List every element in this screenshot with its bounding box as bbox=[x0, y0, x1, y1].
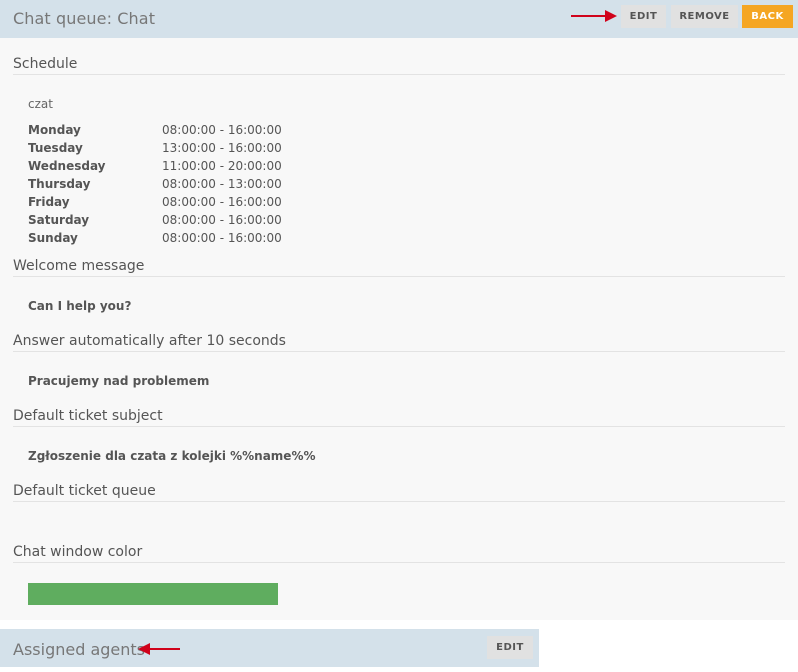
ticket-subject-value: Zgłoszenie dla czata z kolejki %%name%% bbox=[28, 449, 316, 463]
agents-edit-button[interactable]: EDIT bbox=[487, 636, 533, 659]
divider bbox=[13, 562, 785, 563]
schedule-hours: 08:00:00 - 13:00:00 bbox=[162, 177, 282, 191]
schedule-title: Schedule bbox=[13, 56, 78, 72]
ticket-subject-title: Default ticket subject bbox=[13, 408, 163, 424]
remove-button[interactable]: REMOVE bbox=[671, 5, 738, 28]
chat-color-title: Chat window color bbox=[13, 544, 143, 560]
schedule-hours: 08:00:00 - 16:00:00 bbox=[162, 195, 282, 209]
schedule-hours: 08:00:00 - 16:00:00 bbox=[162, 213, 282, 227]
schedule-day: Sunday bbox=[28, 231, 78, 245]
back-button[interactable]: BACK bbox=[742, 5, 793, 28]
page-header: Chat queue: Chat EDIT REMOVE BACK bbox=[0, 0, 798, 38]
welcome-message-title: Welcome message bbox=[13, 258, 145, 274]
divider bbox=[13, 351, 785, 352]
divider bbox=[13, 74, 785, 75]
schedule-name: czat bbox=[28, 97, 53, 111]
assigned-agents-title: Assigned agents bbox=[13, 640, 145, 659]
assigned-agents-header: Assigned agents EDIT bbox=[0, 629, 539, 667]
schedule-day: Tuesday bbox=[28, 141, 83, 155]
schedule-hours: 08:00:00 - 16:00:00 bbox=[162, 123, 282, 137]
schedule-hours: 08:00:00 - 16:00:00 bbox=[162, 231, 282, 245]
edit-button[interactable]: EDIT bbox=[621, 5, 666, 28]
schedule-day: Monday bbox=[28, 123, 81, 137]
schedule-hours: 11:00:00 - 20:00:00 bbox=[162, 159, 282, 173]
divider bbox=[13, 426, 785, 427]
schedule-day: Wednesday bbox=[28, 159, 106, 173]
ticket-queue-title: Default ticket queue bbox=[13, 483, 156, 499]
page-title: Chat queue: Chat bbox=[13, 9, 156, 28]
auto-answer-title: Answer automatically after 10 seconds bbox=[13, 333, 286, 349]
schedule-day: Thursday bbox=[28, 177, 91, 191]
schedule-hours: 13:00:00 - 16:00:00 bbox=[162, 141, 282, 155]
queue-details-panel: Schedule czat Monday 08:00:00 - 16:00:00… bbox=[0, 38, 798, 620]
schedule-day: Saturday bbox=[28, 213, 90, 227]
chat-color-swatch bbox=[28, 583, 278, 605]
auto-answer-value: Pracujemy nad problemem bbox=[28, 374, 210, 388]
arrow-right-icon bbox=[571, 10, 617, 22]
schedule-day: Friday bbox=[28, 195, 70, 209]
divider bbox=[13, 276, 785, 277]
arrow-left-icon bbox=[138, 643, 180, 655]
divider bbox=[13, 501, 785, 502]
welcome-message-value: Can I help you? bbox=[28, 299, 132, 313]
